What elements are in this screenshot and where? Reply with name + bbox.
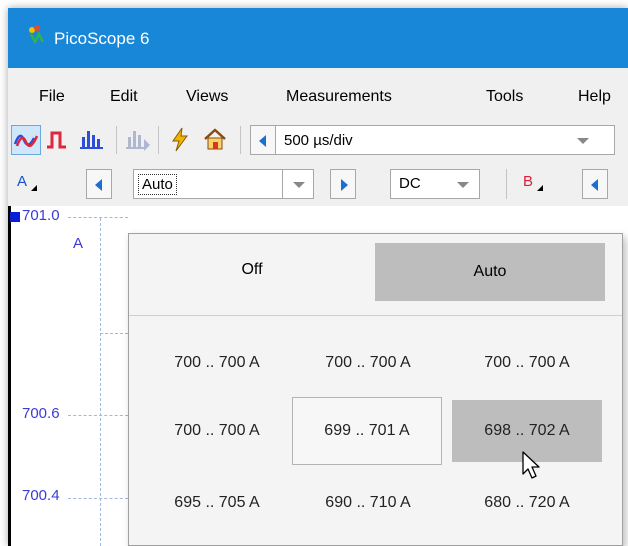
channel-a-marker[interactable] (10, 212, 20, 222)
coupling-select[interactable]: DC (390, 169, 480, 199)
spectrum-options-button[interactable] (124, 125, 154, 155)
chevron-down-icon (577, 138, 589, 144)
range-option-label: 695 .. 705 A (174, 494, 260, 511)
picoscope-window: PicoScope 6 File Edit Views Measurements… (8, 8, 628, 546)
range-option[interactable]: 680 .. 720 A (452, 472, 602, 534)
menu-edit[interactable]: Edit (110, 88, 138, 106)
chevron-down-icon (457, 182, 469, 188)
channel-toolbar: A Auto DC B (8, 161, 628, 207)
range-option[interactable]: 700 .. 700 A (142, 400, 292, 462)
grid-line (100, 218, 101, 546)
picoscope-logo-icon (29, 25, 45, 44)
spectrum-mode-button[interactable] (78, 125, 108, 155)
range-option[interactable]: 700 .. 700 A (142, 332, 292, 394)
range-option-selected[interactable]: 699 .. 701 A (292, 397, 442, 465)
channel-b-range-prev-button[interactable] (582, 169, 608, 199)
range-option[interactable]: 690 .. 710 A (293, 472, 443, 534)
range-off-label: Off (241, 261, 263, 278)
range-auto-button[interactable]: Auto (375, 243, 605, 301)
spectrum-bars-icon (80, 131, 103, 149)
scope-mode-button[interactable] (11, 125, 41, 155)
timebase-value: 500 µs/div (284, 132, 353, 149)
title-bar: PicoScope 6 (8, 8, 628, 68)
left-arrow-icon (591, 179, 598, 191)
signal-generator-button[interactable] (166, 125, 196, 155)
corner-triangle-icon (31, 185, 37, 191)
range-option-label: 700 .. 700 A (484, 354, 570, 371)
right-arrow-icon (341, 179, 348, 191)
chevron-down-icon (293, 182, 305, 188)
range-option-label: 680 .. 720 A (484, 494, 570, 511)
range-option[interactable]: 700 .. 700 A (452, 332, 602, 394)
range-value: Auto (138, 174, 177, 195)
menu-file[interactable]: File (39, 88, 65, 106)
range-option-label: 700 .. 700 A (325, 354, 411, 371)
range-select[interactable]: Auto (133, 169, 283, 199)
home-icon (204, 128, 226, 150)
range-prev-button[interactable] (86, 169, 112, 199)
timebase-prev-button[interactable] (250, 125, 276, 155)
left-arrow-icon (95, 179, 102, 191)
menu-bar: File Edit Views Measurements Tools Help (8, 68, 628, 119)
channel-a-options-button[interactable]: A (14, 171, 42, 197)
home-button[interactable] (201, 125, 231, 155)
range-option-label: 700 .. 700 A (174, 354, 260, 371)
menu-tools[interactable]: Tools (486, 88, 523, 106)
persistence-mode-button[interactable] (44, 125, 74, 155)
grid-line (68, 415, 128, 416)
menu-views[interactable]: Views (186, 88, 228, 106)
square-pulse-icon (47, 131, 66, 149)
range-off-button[interactable]: Off (129, 234, 375, 306)
corner-triangle-icon (537, 185, 543, 191)
grid-line (68, 498, 128, 499)
range-option[interactable]: 695 .. 705 A (142, 472, 292, 534)
spectrum-disabled-icon (126, 131, 150, 151)
range-option[interactable]: 700 .. 700 A (293, 332, 443, 394)
range-option-label: 699 .. 701 A (324, 422, 410, 439)
channel-a-label: A (17, 173, 28, 190)
left-arrow-icon (259, 135, 266, 147)
y-axis-label-low: 700.4 (22, 487, 60, 504)
timebase-select[interactable]: 500 µs/div (275, 125, 615, 155)
y-axis-label-top: 701.0 (22, 207, 60, 224)
mouse-pointer-icon (522, 451, 540, 479)
grid-line (68, 217, 128, 218)
y-axis-unit-label: A (73, 235, 84, 252)
window-title: PicoScope 6 (54, 29, 150, 48)
range-option-label: 690 .. 710 A (325, 494, 411, 511)
range-auto-label: Auto (473, 263, 507, 280)
menu-help[interactable]: Help (578, 88, 611, 106)
coupling-value: DC (399, 175, 421, 192)
menu-measurements[interactable]: Measurements (286, 88, 392, 106)
lightning-icon (172, 127, 188, 152)
range-option-label: 700 .. 700 A (174, 422, 260, 439)
range-next-button[interactable] (330, 169, 356, 199)
range-dropdown-panel: Off Auto 700 .. 700 A 700 .. 700 A 700 .… (128, 233, 623, 546)
range-dropdown-button[interactable] (282, 169, 314, 199)
channel-b-label: B (523, 173, 534, 190)
waveform-icon (13, 134, 39, 148)
range-option-label: 698 .. 702 A (484, 422, 570, 439)
y-axis-label-mid: 700.6 (22, 405, 60, 422)
channel-b-options-button[interactable]: B (520, 171, 548, 197)
main-toolbar: 500 µs/div (8, 118, 628, 162)
grid-line (100, 333, 128, 334)
